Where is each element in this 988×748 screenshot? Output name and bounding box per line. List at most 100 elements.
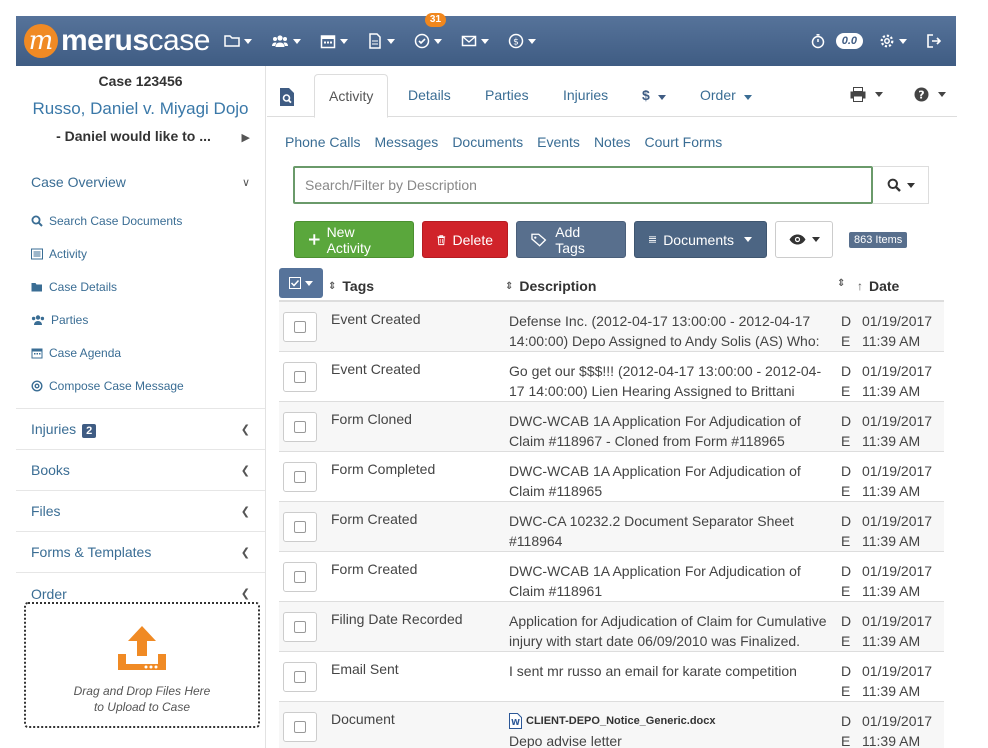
cases-menu[interactable] <box>224 29 252 53</box>
table-row[interactable]: Event Created Defense Inc. (2012-04-17 13… <box>279 302 944 352</box>
billing-menu[interactable]: $ <box>508 29 536 53</box>
tab-details[interactable]: Details <box>408 87 451 103</box>
settings-menu[interactable] <box>879 29 907 53</box>
timer-button[interactable] <box>810 29 826 53</box>
svg-text:?: ? <box>918 89 924 102</box>
chevron-down-icon: ∨ <box>241 176 250 189</box>
row-checkbox[interactable] <box>283 312 317 342</box>
row-date-cell: 01/19/2017 11:39 AM <box>862 311 932 351</box>
row-date: 01/19/2017 <box>862 463 933 479</box>
mail-menu[interactable] <box>461 29 489 53</box>
filter-notes[interactable]: Notes <box>594 134 631 150</box>
table-row[interactable]: Form Cloned DWC-WCAB 1A Application For A… <box>279 402 944 452</box>
row-description-cell: Defense Inc. (2012-04-17 13:00:00 - 2012… <box>509 311 834 351</box>
case-title[interactable]: Russo, Daniel v. Miyagi Dojo <box>16 99 265 119</box>
section-forms-templates[interactable]: Forms & Templates ❮ <box>16 532 265 573</box>
row-checkbox[interactable] <box>283 662 317 692</box>
row-checkbox[interactable] <box>283 712 317 742</box>
help-menu[interactable]: ? <box>914 87 946 102</box>
section-books[interactable]: Books ❮ <box>16 450 265 491</box>
checkbox-box <box>294 321 306 333</box>
row-description-cell: Application for Adjudication of Claim fo… <box>509 611 834 651</box>
sidebar-item-case-details[interactable]: Case Details <box>16 270 265 303</box>
case-subtitle-toggle[interactable]: - Daniel would like to ... ▶ <box>16 128 265 144</box>
timer-value[interactable]: 0.0 <box>835 33 863 49</box>
table-row[interactable]: Form Completed DWC-WCAB 1A Application Fo… <box>279 452 944 502</box>
delete-button[interactable]: Delete <box>422 221 508 258</box>
file-dropzone[interactable]: Drag and Drop Files Here to Upload to Ca… <box>24 602 260 728</box>
calendar-menu[interactable] <box>320 29 348 53</box>
new-activity-button[interactable]: New Activity <box>294 221 414 258</box>
dropzone-line1: Drag and Drop Files Here <box>73 684 211 698</box>
row-description: Application for Adjudication of Claim fo… <box>509 613 827 649</box>
case-subtitle: - Daniel would like to ... <box>56 128 211 144</box>
row-date-cell: 01/19/2017 11:39 AM <box>862 661 932 701</box>
tab-injuries[interactable]: Injuries <box>563 87 608 103</box>
sidebar-item-case-agenda[interactable]: Case Agenda <box>16 336 265 369</box>
activity-table: ⇕ Tags ⇕ Description ⇕ ↑ Date Event Created… <box>279 268 944 748</box>
table-row[interactable]: Form Created DWC-WCAB 1A Application For … <box>279 552 944 602</box>
row-checkbox[interactable] <box>283 562 317 592</box>
folder-open-icon <box>31 282 42 291</box>
sidebar-item-search-case-documents[interactable]: Search Case Documents <box>16 204 265 237</box>
row-tag: Form Cloned <box>331 411 412 427</box>
tasks-menu[interactable]: 31 <box>414 13 447 53</box>
row-tag: Form Created <box>331 511 418 527</box>
row-description-cell: Go get our $$$!!! (2012-04-17 13:00:00 -… <box>509 361 834 401</box>
table-row[interactable]: Email Sent I sent mr russo an email for k… <box>279 652 944 702</box>
row-checkbox[interactable] <box>283 362 317 392</box>
print-menu[interactable] <box>850 87 883 102</box>
app-window: m meruscase 31 $ 0.0 Case 123456 Russo, … <box>0 0 988 748</box>
tab-parties[interactable]: Parties <box>485 87 529 103</box>
section-label: Books <box>31 462 70 478</box>
row-d-cell: DE <box>841 711 851 748</box>
sidebar-item-label: Activity <box>49 246 88 261</box>
sidebar-item-compose-case-message[interactable]: Compose Case Message <box>16 369 265 402</box>
merus-logo[interactable]: m meruscase <box>24 24 210 58</box>
tab-billing-label: $ <box>642 87 650 103</box>
column-header-description[interactable]: ⇕ Description <box>505 278 596 294</box>
filter-events[interactable]: Events <box>537 134 580 150</box>
row-checkbox[interactable] <box>283 512 317 542</box>
visibility-dropdown[interactable] <box>775 221 833 258</box>
documents-dropdown[interactable]: Documents <box>634 221 767 258</box>
table-row[interactable]: Event Created Go get our $$$!!! (2012-04-… <box>279 352 944 402</box>
logout-button[interactable] <box>926 29 942 53</box>
filter-phone-calls[interactable]: Phone Calls <box>285 134 361 150</box>
row-checkbox[interactable] <box>283 462 317 492</box>
contacts-menu[interactable] <box>271 29 301 53</box>
row-tag: Email Sent <box>331 661 399 677</box>
section-injuries[interactable]: Injuries 2 ❮ <box>16 409 265 450</box>
document-link[interactable]: W CLIENT-DEPO_Notice_Generic.docx <box>509 711 834 731</box>
search-button[interactable] <box>873 166 929 204</box>
plus-icon <box>309 234 320 245</box>
table-row[interactable]: Filing Date Recorded Application for Adju… <box>279 602 944 652</box>
filter-messages[interactable]: Messages <box>375 134 439 150</box>
table-row[interactable]: Form Created DWC-CA 10232.2 Document Sepa… <box>279 502 944 552</box>
documents-menu[interactable] <box>367 29 395 53</box>
row-checkbox[interactable] <box>283 412 317 442</box>
column-header-tags[interactable]: ⇕ Tags <box>328 278 374 294</box>
table-row[interactable]: Document W CLIENT-DEPO_Notice_Generic.docx… <box>279 702 944 748</box>
add-tags-button[interactable]: Add Tags <box>516 221 626 258</box>
activity-filter-links: Phone Calls Messages Documents Events No… <box>285 134 736 150</box>
row-date: 01/19/2017 <box>862 313 933 329</box>
search-input[interactable] <box>293 166 873 204</box>
section-case-overview[interactable]: Case Overview ∨ <box>16 170 265 194</box>
tab-billing[interactable]: $ <box>642 87 666 103</box>
select-all-dropdown[interactable] <box>279 268 323 298</box>
users-icon <box>271 35 288 47</box>
section-files[interactable]: Files ❮ <box>16 491 265 532</box>
column-header-d[interactable]: ⇕ <box>837 278 851 289</box>
filter-court-forms[interactable]: Court Forms <box>645 134 723 150</box>
sidebar-item-activity[interactable]: Activity <box>16 237 265 270</box>
row-time: 11:39 AM <box>862 383 921 399</box>
tab-activity[interactable]: Activity <box>314 74 389 118</box>
row-d-cell: DE <box>841 461 851 501</box>
filter-documents[interactable]: Documents <box>452 134 523 150</box>
row-checkbox[interactable] <box>283 612 317 642</box>
tab-search[interactable] <box>279 87 295 112</box>
column-header-date[interactable]: ↑ Date <box>857 278 899 294</box>
tab-order[interactable]: Order <box>700 87 752 103</box>
sidebar-item-parties[interactable]: Parties <box>16 303 265 336</box>
